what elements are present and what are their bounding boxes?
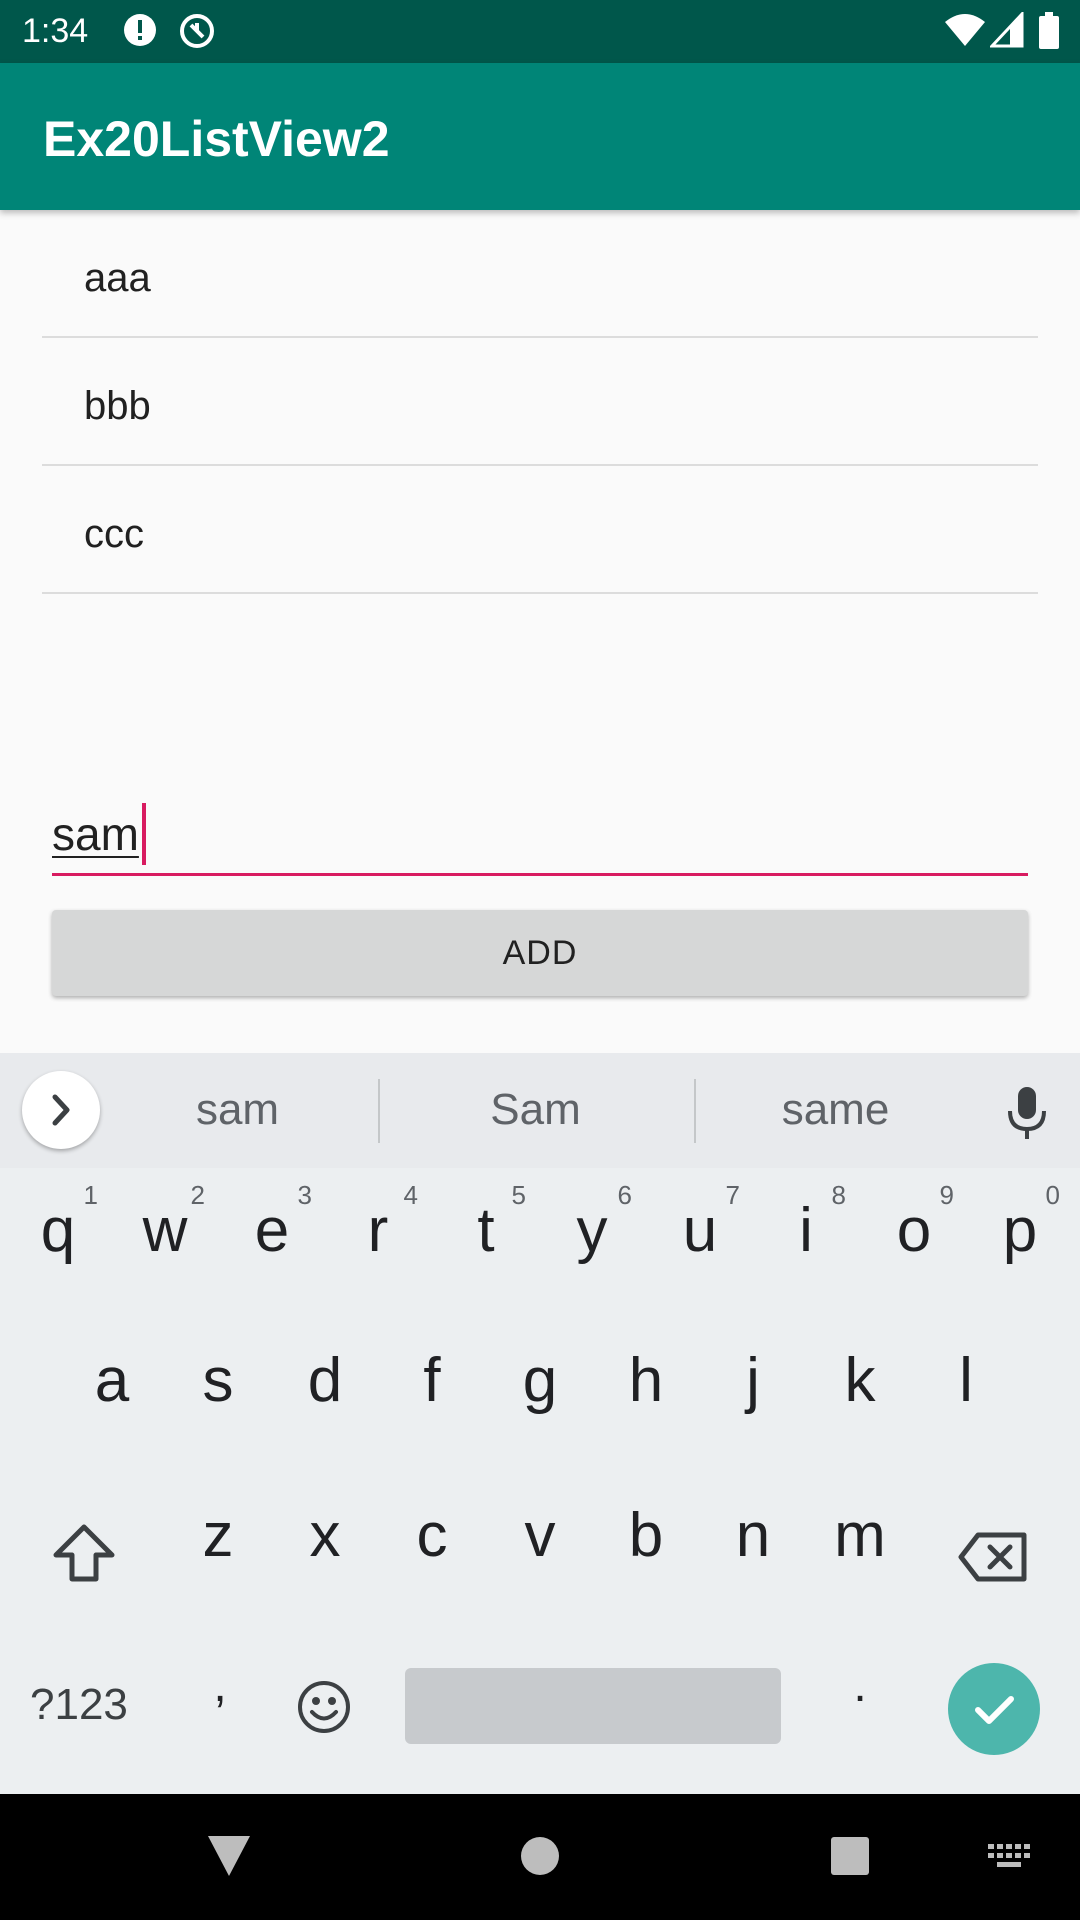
suggestion-3[interactable]: same [738, 1083, 933, 1137]
alert-icon [122, 12, 158, 52]
key-v[interactable]: v [490, 1473, 590, 1593]
key-c[interactable]: c [382, 1473, 482, 1593]
data-saver-icon [178, 12, 216, 54]
key-d[interactable]: d [275, 1318, 375, 1438]
key-period[interactable]: . [810, 1623, 910, 1743]
spacebar[interactable] [405, 1668, 781, 1744]
input-value: sam [52, 808, 139, 860]
suggestion-bar: sam Sam same [0, 1053, 1080, 1168]
key-l[interactable]: l [916, 1318, 1016, 1438]
expand-suggestions-button[interactable] [22, 1071, 100, 1149]
key-s[interactable]: s [168, 1318, 268, 1438]
cell-signal-icon [988, 10, 1024, 52]
list-item[interactable]: aaa [42, 210, 1038, 338]
shift-icon [53, 1524, 115, 1582]
key-m[interactable]: m [810, 1473, 910, 1593]
key-u[interactable]: 7u [650, 1168, 750, 1288]
suggestion-2[interactable]: Sam [438, 1083, 633, 1137]
done-key[interactable] [948, 1663, 1040, 1755]
app-title: Ex20ListView2 [43, 111, 390, 167]
key-b[interactable]: b [596, 1473, 696, 1593]
symbols-key[interactable]: ?123 [30, 1675, 128, 1735]
battery-icon [1038, 12, 1060, 54]
keyboard-switch-icon[interactable] [988, 1844, 1032, 1876]
list-item[interactable]: ccc [42, 466, 1038, 594]
key-w[interactable]: 2w [115, 1168, 215, 1288]
shift-key[interactable] [52, 1523, 116, 1589]
backspace-icon [958, 1532, 1027, 1582]
wifi-icon [944, 12, 986, 52]
app-bar: Ex20ListView2 [0, 63, 1080, 210]
suggestion-divider [378, 1079, 380, 1143]
key-t[interactable]: 5t [436, 1168, 536, 1288]
backspace-key[interactable] [958, 1531, 1028, 1587]
text-cursor [142, 803, 146, 865]
list-item[interactable]: bbb [42, 338, 1038, 466]
item-input[interactable] [52, 800, 1028, 876]
key-k[interactable]: k [810, 1318, 910, 1438]
soft-keyboard: sam Sam same 1q 2w 3e 4r 5t 6y 7u 8i 9o … [0, 1053, 1080, 1794]
status-time: 1:34 [22, 12, 89, 50]
list-item-text: ccc [84, 512, 144, 556]
key-p[interactable]: 0p [970, 1168, 1070, 1288]
key-z[interactable]: z [168, 1473, 268, 1593]
key-a[interactable]: a [62, 1318, 162, 1438]
key-r[interactable]: 4r [328, 1168, 428, 1288]
check-icon [975, 1696, 1014, 1724]
key-y[interactable]: 6y [542, 1168, 642, 1288]
key-q[interactable]: 1q [8, 1168, 108, 1288]
key-f[interactable]: f [382, 1318, 482, 1438]
key-x[interactable]: x [275, 1473, 375, 1593]
emoji-key[interactable] [296, 1679, 352, 1739]
status-bar: 1:34 [0, 0, 1080, 63]
list-item-text: aaa [84, 256, 151, 300]
back-icon[interactable] [206, 1834, 252, 1882]
key-i[interactable]: 8i [756, 1168, 856, 1288]
chevron-right-icon [52, 1094, 70, 1126]
key-h[interactable]: h [596, 1318, 696, 1438]
home-icon[interactable] [520, 1836, 560, 1880]
add-button[interactable]: ADD [52, 910, 1028, 996]
key-j[interactable]: j [703, 1318, 803, 1438]
list-item-text: bbb [84, 384, 151, 428]
microphone-icon[interactable] [1006, 1085, 1048, 1145]
key-g[interactable]: g [490, 1318, 590, 1438]
key-o[interactable]: 9o [864, 1168, 964, 1288]
emoji-icon [298, 1681, 350, 1733]
suggestion-divider [694, 1079, 696, 1143]
suggestion-1[interactable]: sam [140, 1083, 335, 1137]
list-view[interactable]: aaa bbb ccc [42, 210, 1038, 594]
key-e[interactable]: 3e [222, 1168, 322, 1288]
key-comma[interactable]: , [170, 1623, 270, 1743]
key-n[interactable]: n [703, 1473, 803, 1593]
recents-icon[interactable] [830, 1836, 870, 1880]
navigation-bar [0, 1794, 1080, 1920]
